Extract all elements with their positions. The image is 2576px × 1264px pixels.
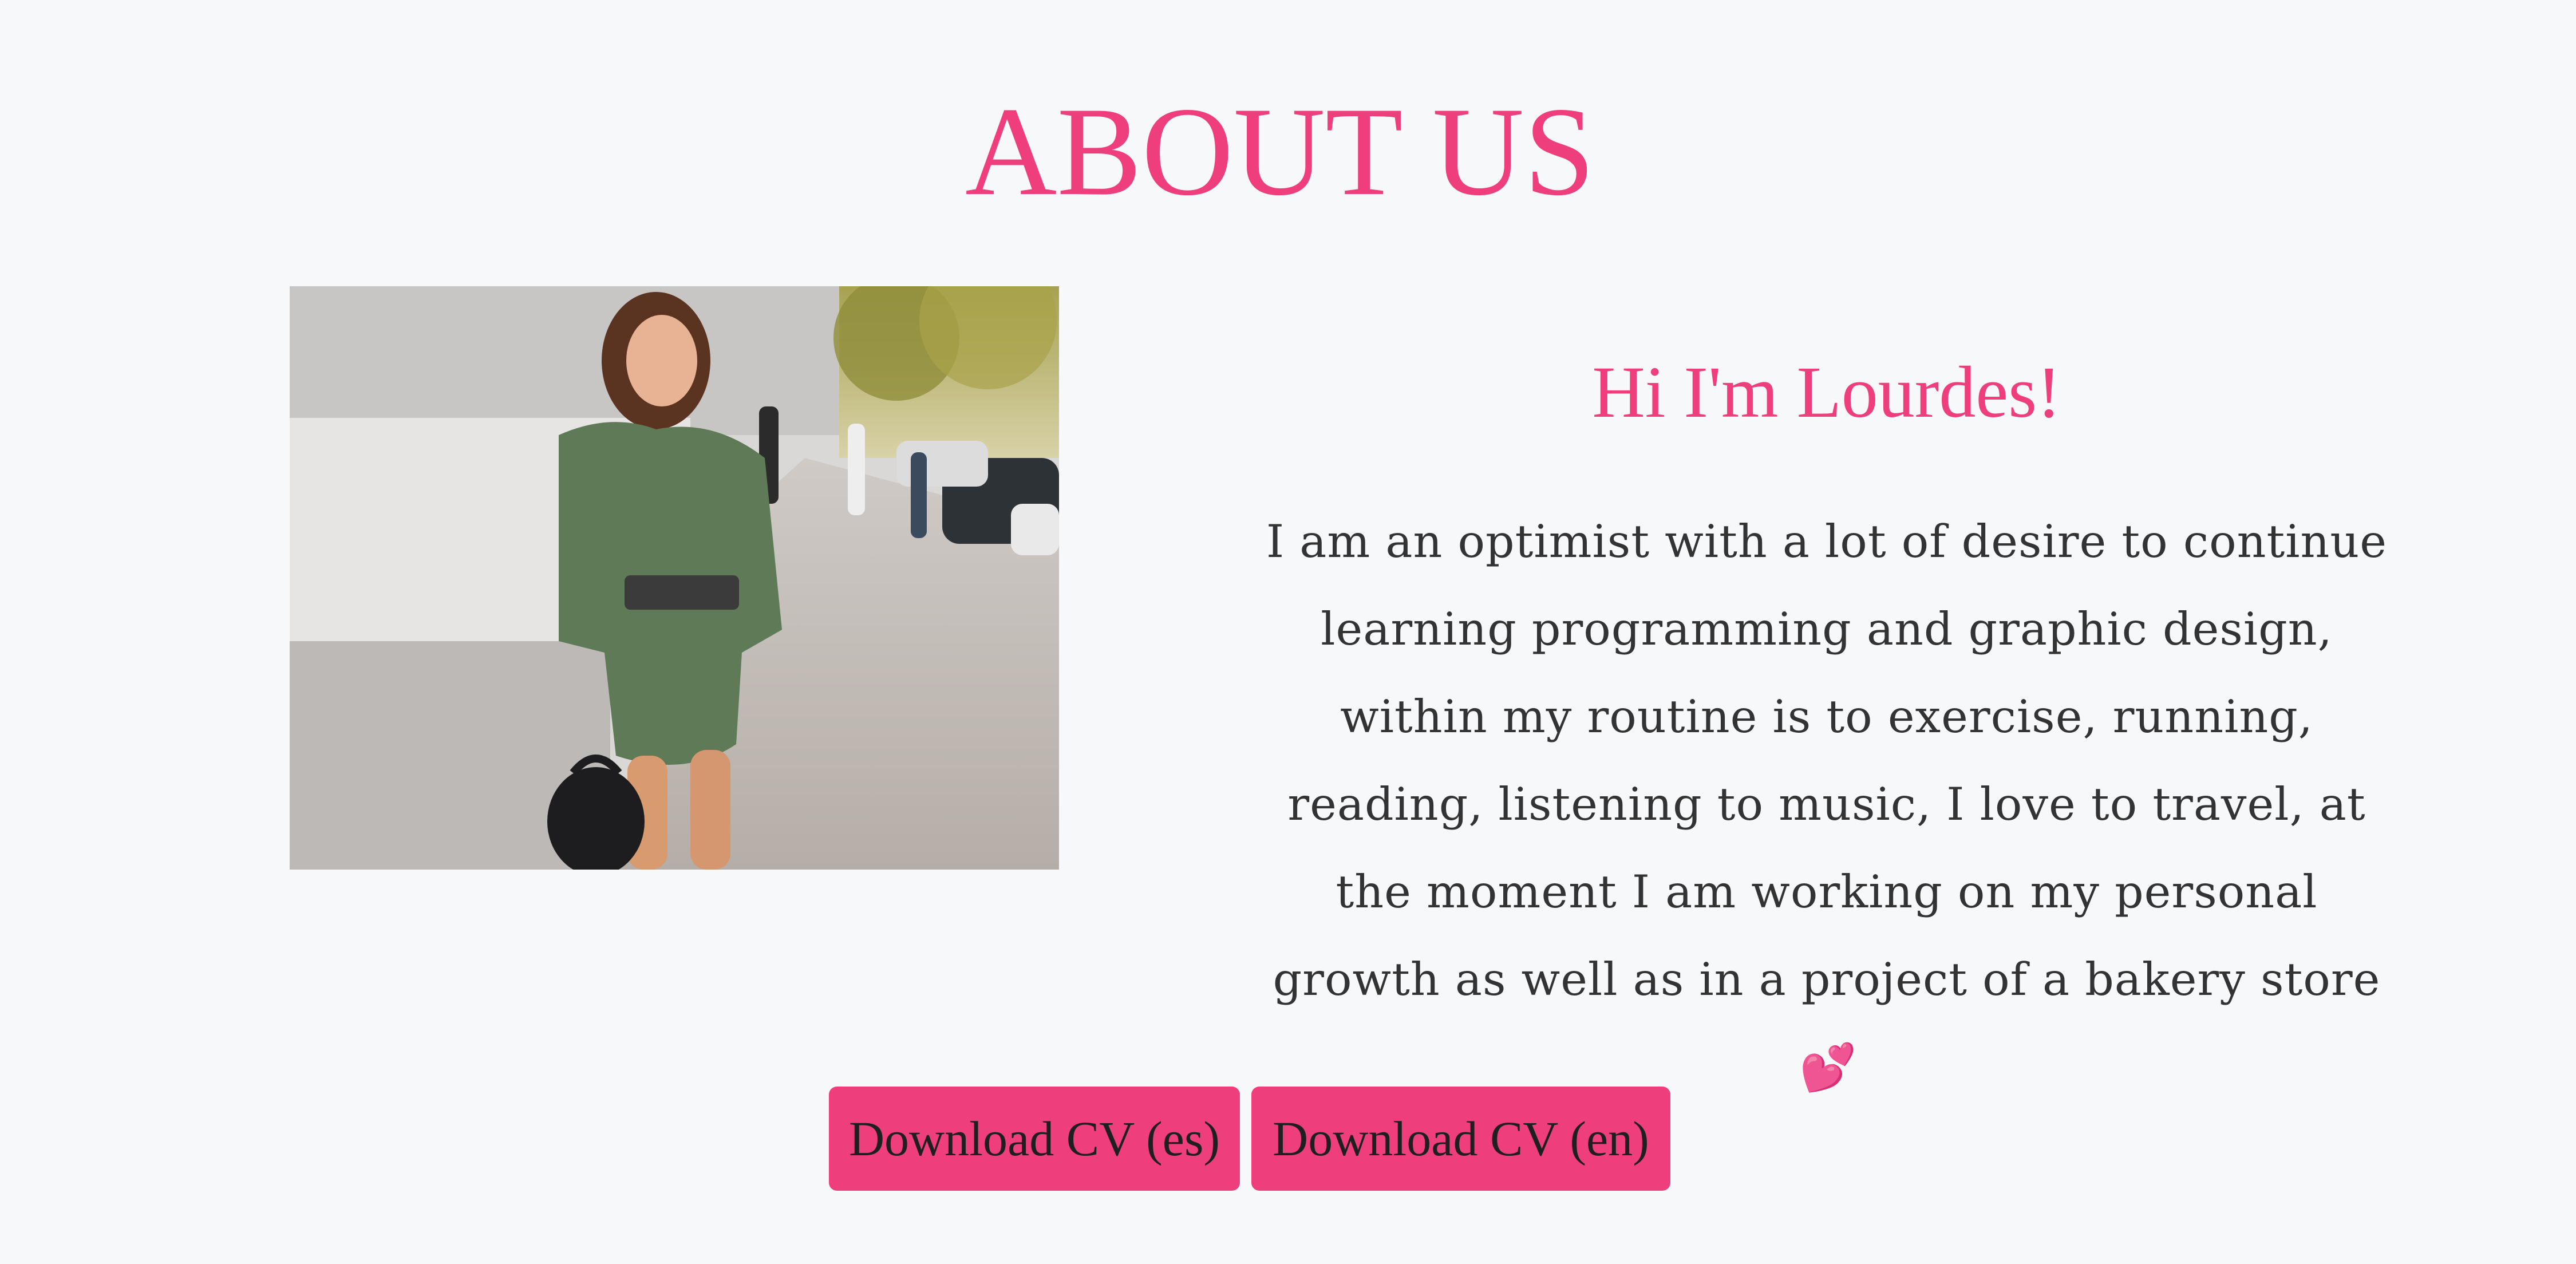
bio-paragraph: I am an optimist with a lot of desire to… [1251, 498, 2402, 1112]
profile-photo [290, 286, 1059, 870]
two-hearts-icon: 💕 [1799, 1041, 1858, 1094]
profile-photo-illustration [290, 286, 1059, 870]
page-title: ABOUT US [965, 81, 1595, 222]
greeting-heading: Hi I'm Lourdes! [1592, 351, 2061, 433]
bio-text: I am an optimist with a lot of desire to… [1266, 515, 2388, 1006]
download-cv-es-button[interactable]: Download CV (es) [829, 1087, 1240, 1191]
download-cv-en-button[interactable]: Download CV (en) [1251, 1087, 1670, 1191]
